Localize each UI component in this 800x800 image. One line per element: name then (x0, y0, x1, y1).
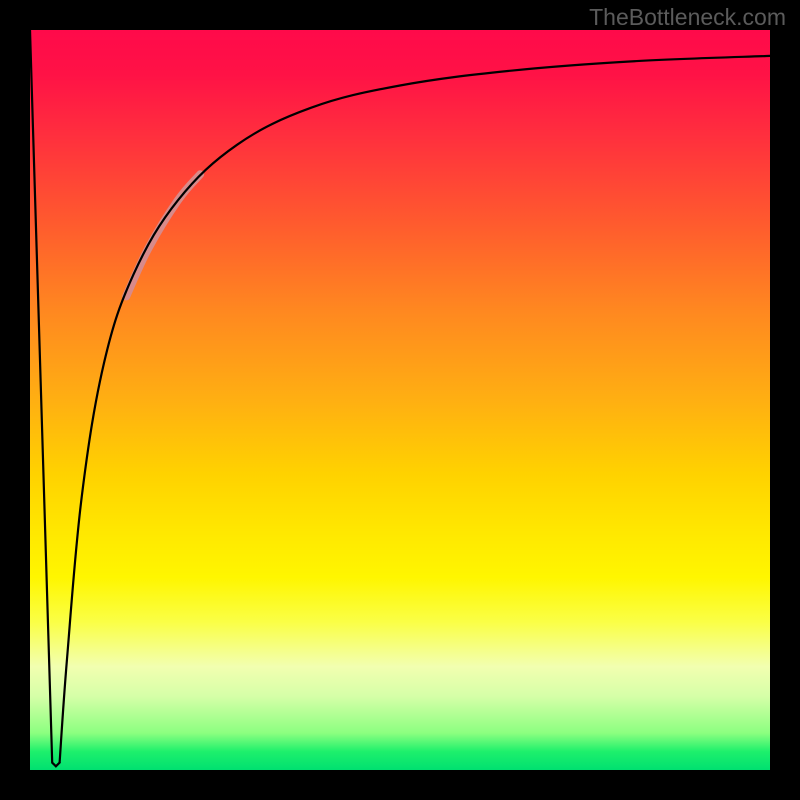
chart-curves-svg (30, 30, 770, 770)
watermark-text: TheBottleneck.com (589, 4, 786, 31)
main-curve-path (60, 56, 770, 763)
left-spike-path (30, 30, 60, 766)
highlight-segment-path (126, 174, 200, 296)
chart-plot-area (30, 30, 770, 770)
